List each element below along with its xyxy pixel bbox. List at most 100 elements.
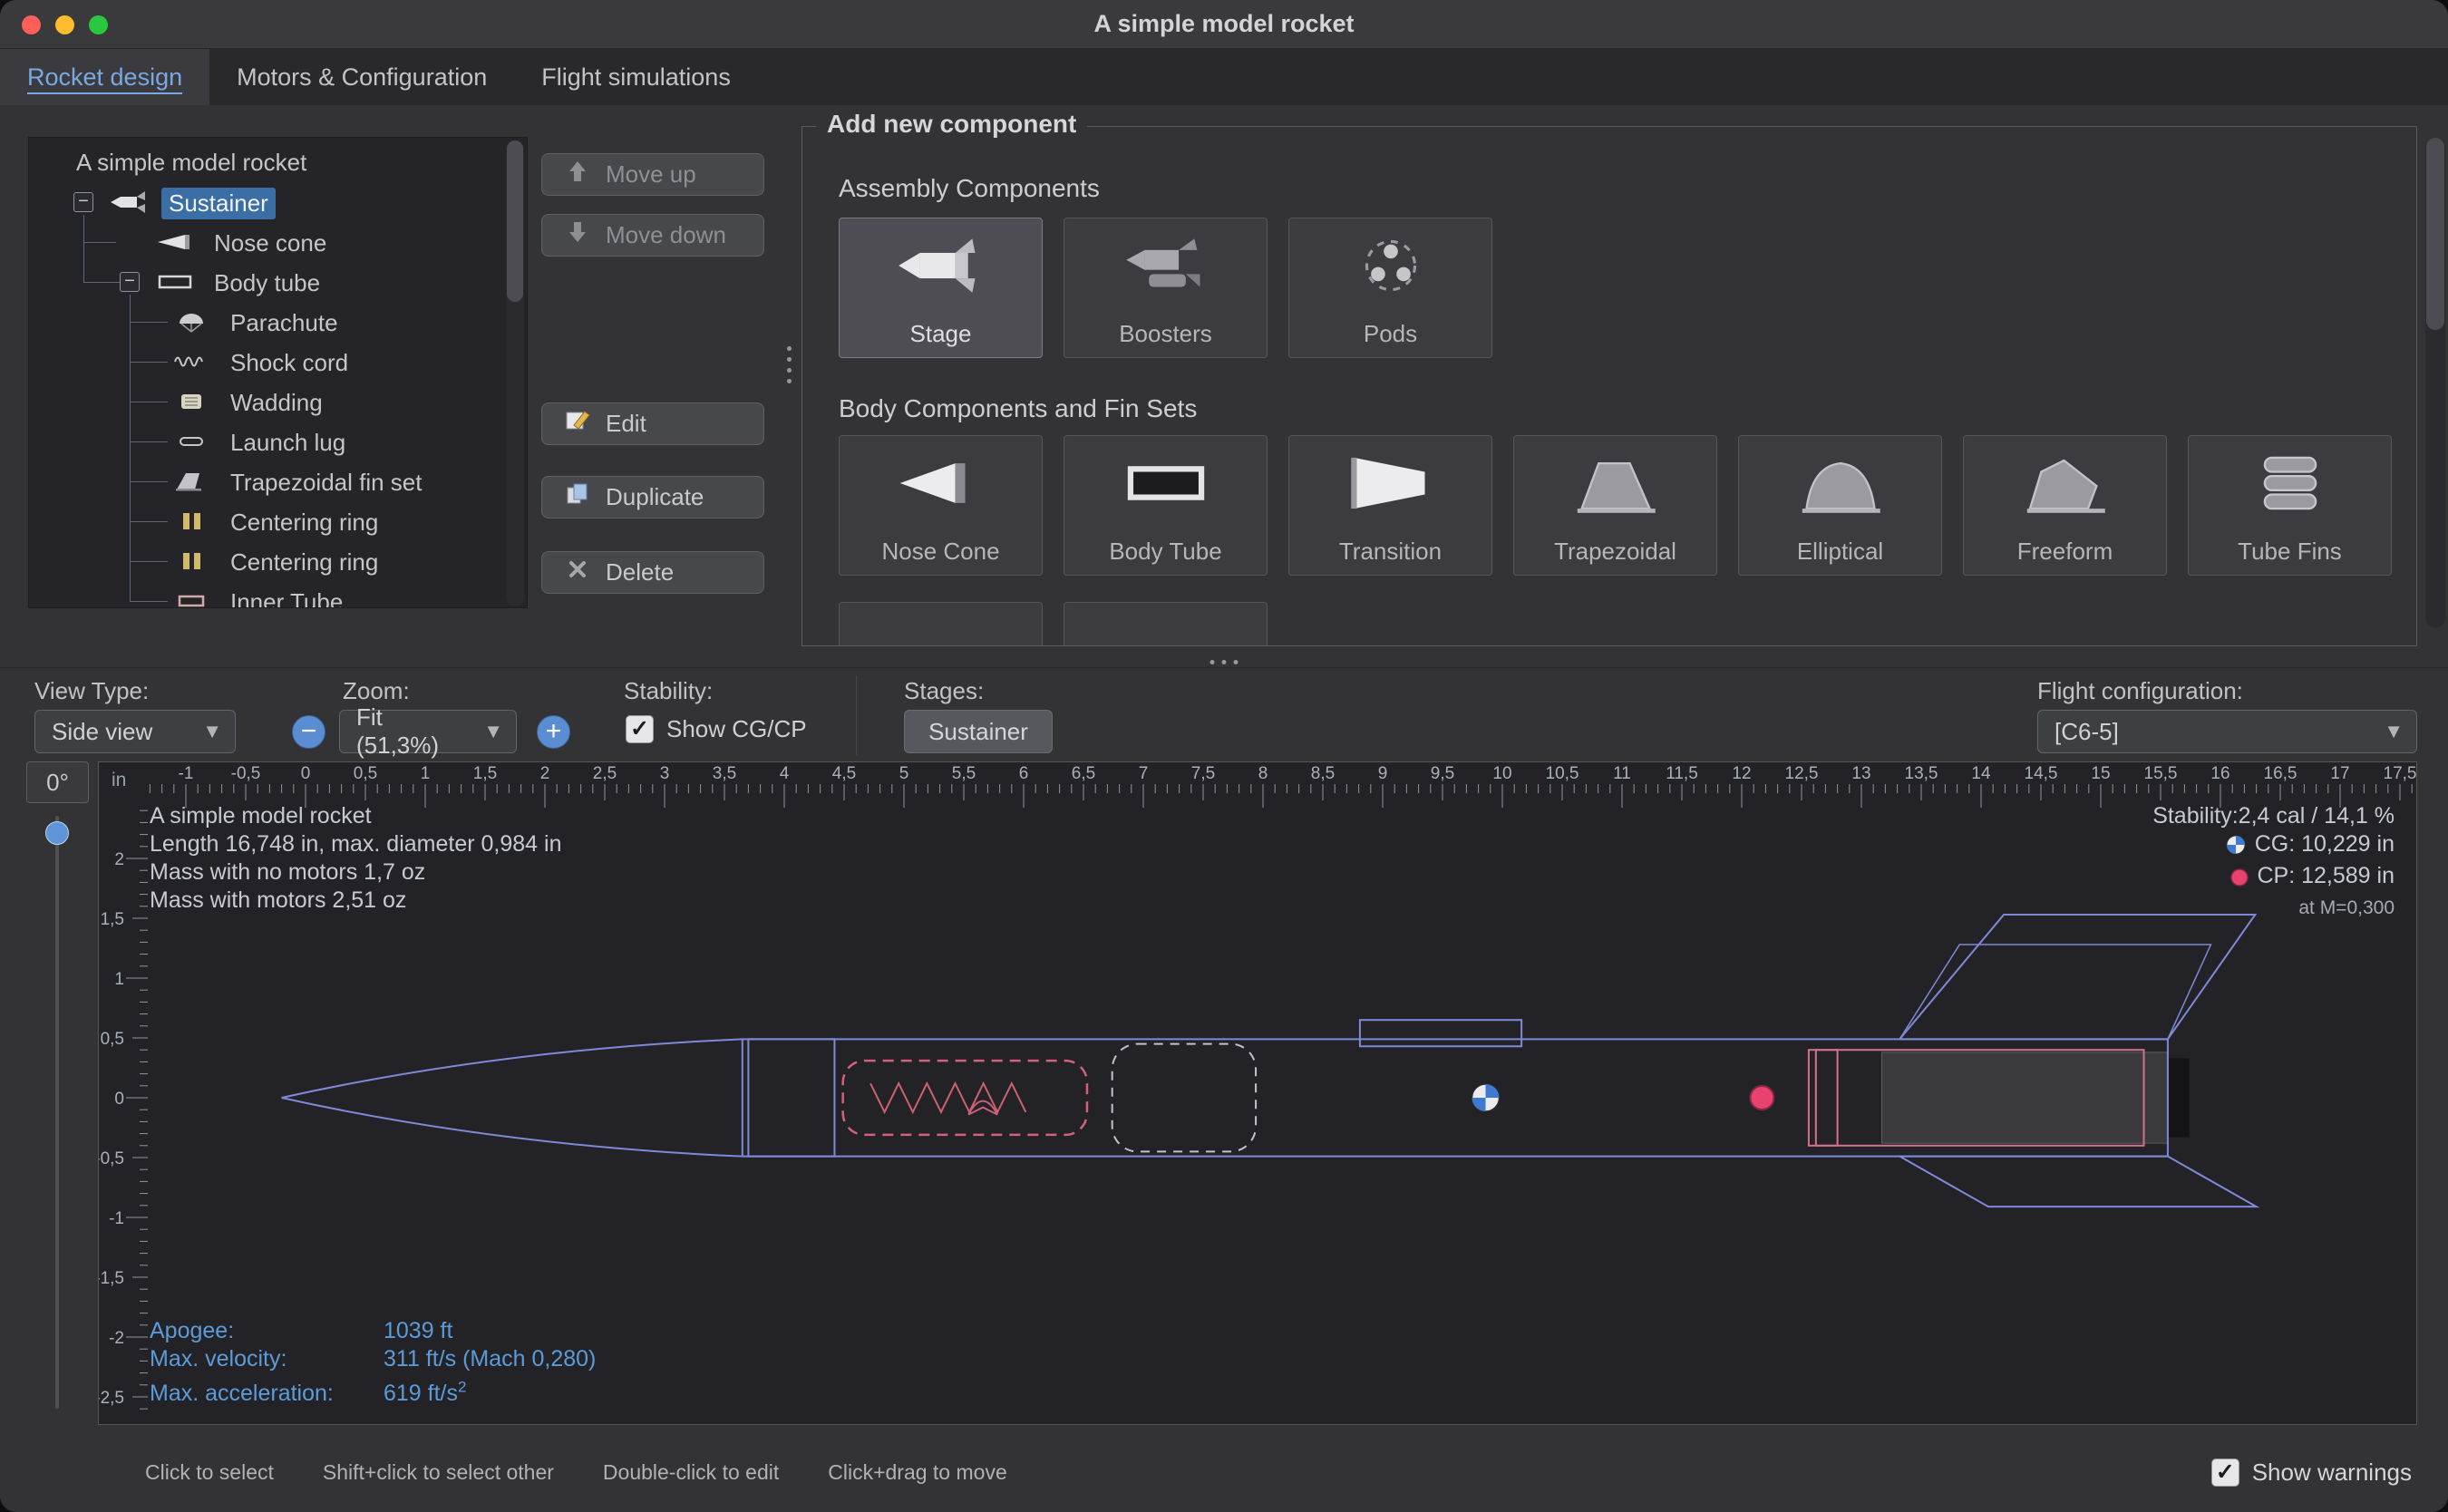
boosters-icon xyxy=(1121,218,1211,313)
svg-text:16: 16 xyxy=(2210,764,2229,783)
tree-collapse-handle[interactable]: − xyxy=(73,192,93,212)
split-handle-horizontal[interactable] xyxy=(1210,660,1239,664)
status-hint: Double-click to edit xyxy=(603,1460,779,1485)
add-component-button-clipped[interactable] xyxy=(839,602,1043,646)
svg-text:2,5: 2,5 xyxy=(593,764,617,783)
svg-text:0,5: 0,5 xyxy=(354,764,377,783)
tree-item-nose-cone[interactable]: Nose cone xyxy=(29,222,528,262)
zoom-out-button[interactable]: − xyxy=(292,715,325,749)
show-cg-cp-checkbox[interactable]: ✓ xyxy=(626,715,654,743)
app-window: A simple model rocket Rocket design Moto… xyxy=(0,0,2448,1512)
tree-item-shock-cord[interactable]: Shock cord xyxy=(29,342,528,382)
stage-icon xyxy=(896,218,986,313)
tree-item-centering-ring[interactable]: Centering ring xyxy=(29,541,528,581)
stage-toggle-sustainer[interactable]: Sustainer xyxy=(904,710,1053,753)
delete-button[interactable]: Delete xyxy=(541,551,764,594)
tree-item-label[interactable]: Sustainer xyxy=(161,188,276,219)
edit-button[interactable]: Edit xyxy=(541,402,764,445)
add-elliptical-button[interactable]: Elliptical xyxy=(1738,435,1942,576)
tree-item-label[interactable]: Launch lug xyxy=(223,427,353,459)
tab-rocket-design[interactable]: Rocket design xyxy=(0,49,209,105)
minimize-window-button[interactable] xyxy=(55,15,74,34)
tree-item-label[interactable]: Parachute xyxy=(223,307,345,339)
add-transition-button[interactable]: Transition xyxy=(1288,435,1492,576)
tree-root-item[interactable]: A simple model rocket xyxy=(69,147,314,179)
zoom-window-button[interactable] xyxy=(89,15,108,34)
centeringring-icon xyxy=(172,509,210,533)
add-boosters-button[interactable]: Boosters xyxy=(1064,218,1268,358)
add-stage-button[interactable]: Stage xyxy=(839,218,1043,358)
move-up-button[interactable]: Move up xyxy=(541,153,764,196)
svg-text:-2: -2 xyxy=(109,1329,124,1348)
duplicate-button[interactable]: Duplicate xyxy=(541,476,764,519)
show-cg-cp-row: ✓ Show CG/CP xyxy=(626,715,807,743)
status-hint: Click to select xyxy=(145,1460,274,1485)
rotation-angle: 0° xyxy=(26,761,89,803)
delete-icon xyxy=(564,556,591,589)
tree-item-label[interactable]: Trapezoidal fin set xyxy=(223,467,429,499)
svg-text:6: 6 xyxy=(1019,764,1029,783)
rocket-viewer: 0° -1-0,500,511,522,533,544,555,566,577,… xyxy=(0,761,2448,1432)
svg-text:0: 0 xyxy=(114,1090,124,1109)
svg-text:1: 1 xyxy=(114,970,124,989)
tree-item-sustainer[interactable]: − Sustainer xyxy=(29,182,528,222)
bodytube-icon xyxy=(156,270,194,294)
zoom-in-button[interactable]: + xyxy=(537,715,570,749)
tree-item-inner-tube[interactable]: Inner Tube xyxy=(29,581,528,608)
tree-item-wadding[interactable]: Wadding xyxy=(29,382,528,422)
svg-text:11,5: 11,5 xyxy=(1666,764,1698,783)
component-tree-panel: A simple model rocket − Sustainer Nose cone… xyxy=(28,137,528,608)
flight-data-row: Max. velocity:311 ft/s (Mach 0,280) xyxy=(150,1345,596,1373)
tree-item-label[interactable]: Body tube xyxy=(207,267,327,299)
tree-item-trapezoidal-fin-set[interactable]: Trapezoidal fin set xyxy=(29,461,528,501)
zoom-select[interactable]: Fit (51,3%)▼ xyxy=(339,710,517,753)
show-warnings-checkbox[interactable]: ✓ xyxy=(2211,1459,2239,1487)
trapezoidal-icon xyxy=(1570,436,1661,530)
tree-item-label[interactable]: Centering ring xyxy=(223,547,385,578)
stability-label: Stability: xyxy=(624,677,713,705)
tree-item-centering-ring[interactable]: Centering ring xyxy=(29,501,528,541)
rocket-info-line: A simple model rocket xyxy=(150,802,561,830)
svg-text:16,5: 16,5 xyxy=(2264,764,2297,783)
svg-text:3,5: 3,5 xyxy=(713,764,736,783)
tree-item-label[interactable]: Nose cone xyxy=(207,228,334,259)
add-tube-fins-button[interactable]: Tube Fins xyxy=(2188,435,2392,576)
rocket-info-line: Mass with motors 2,51 oz xyxy=(150,887,561,915)
launchlug-icon xyxy=(172,430,210,453)
tree-item-body-tube[interactable]: − Body tube xyxy=(29,262,528,302)
tree-collapse-handle[interactable]: − xyxy=(120,272,140,292)
rotation-slider-knob[interactable] xyxy=(45,821,69,845)
nosecone-icon xyxy=(896,436,986,530)
status-hint: Click+drag to move xyxy=(828,1460,1007,1485)
add-panel-scrollbar[interactable] xyxy=(2425,138,2445,627)
cg-value: CG: 10,229 in xyxy=(2255,831,2395,857)
add-body-tube-button[interactable]: Body Tube xyxy=(1064,435,1268,576)
split-handle-vertical[interactable] xyxy=(787,346,792,383)
add-trapezoidal-button[interactable]: Trapezoidal xyxy=(1513,435,1717,576)
tab-motors-configuration[interactable]: Motors & Configuration xyxy=(209,49,514,105)
move-down-button[interactable]: Move down xyxy=(541,214,764,257)
centeringring-icon xyxy=(172,549,210,573)
rocket-canvas[interactable]: -1-0,500,511,522,533,544,555,566,577,588… xyxy=(98,761,2417,1425)
flight-configuration-select[interactable]: [C6-5]▼ xyxy=(2037,710,2417,753)
rotation-slider[interactable] xyxy=(55,816,59,1409)
add-panel-scrollbar-thumb[interactable] xyxy=(2426,138,2444,330)
add-pods-button[interactable]: Pods xyxy=(1288,218,1492,358)
svg-text:17,5: 17,5 xyxy=(2384,764,2416,783)
view-type-select[interactable]: Side view▼ xyxy=(34,710,236,753)
tree-item-label[interactable]: Wadding xyxy=(223,387,330,419)
edit-icon xyxy=(564,407,591,441)
tree-item-label[interactable]: Centering ring xyxy=(223,507,385,538)
add-freeform-button[interactable]: Freeform xyxy=(1963,435,2167,576)
close-window-button[interactable] xyxy=(22,15,41,34)
tab-flight-simulations[interactable]: Flight simulations xyxy=(514,49,758,105)
tree-item-parachute[interactable]: Parachute xyxy=(29,302,528,342)
tree-item-label[interactable]: Shock cord xyxy=(223,347,355,379)
arrow-down-icon xyxy=(564,218,591,252)
tree-item-launch-lug[interactable]: Launch lug xyxy=(29,422,528,461)
tree-item-label[interactable]: Inner Tube xyxy=(223,586,350,608)
flight-configuration-value: [C6-5] xyxy=(2055,718,2119,746)
svg-text:4,5: 4,5 xyxy=(832,764,856,783)
add-component-button-clipped[interactable] xyxy=(1064,602,1268,646)
add-nose-cone-button[interactable]: Nose Cone xyxy=(839,435,1043,576)
